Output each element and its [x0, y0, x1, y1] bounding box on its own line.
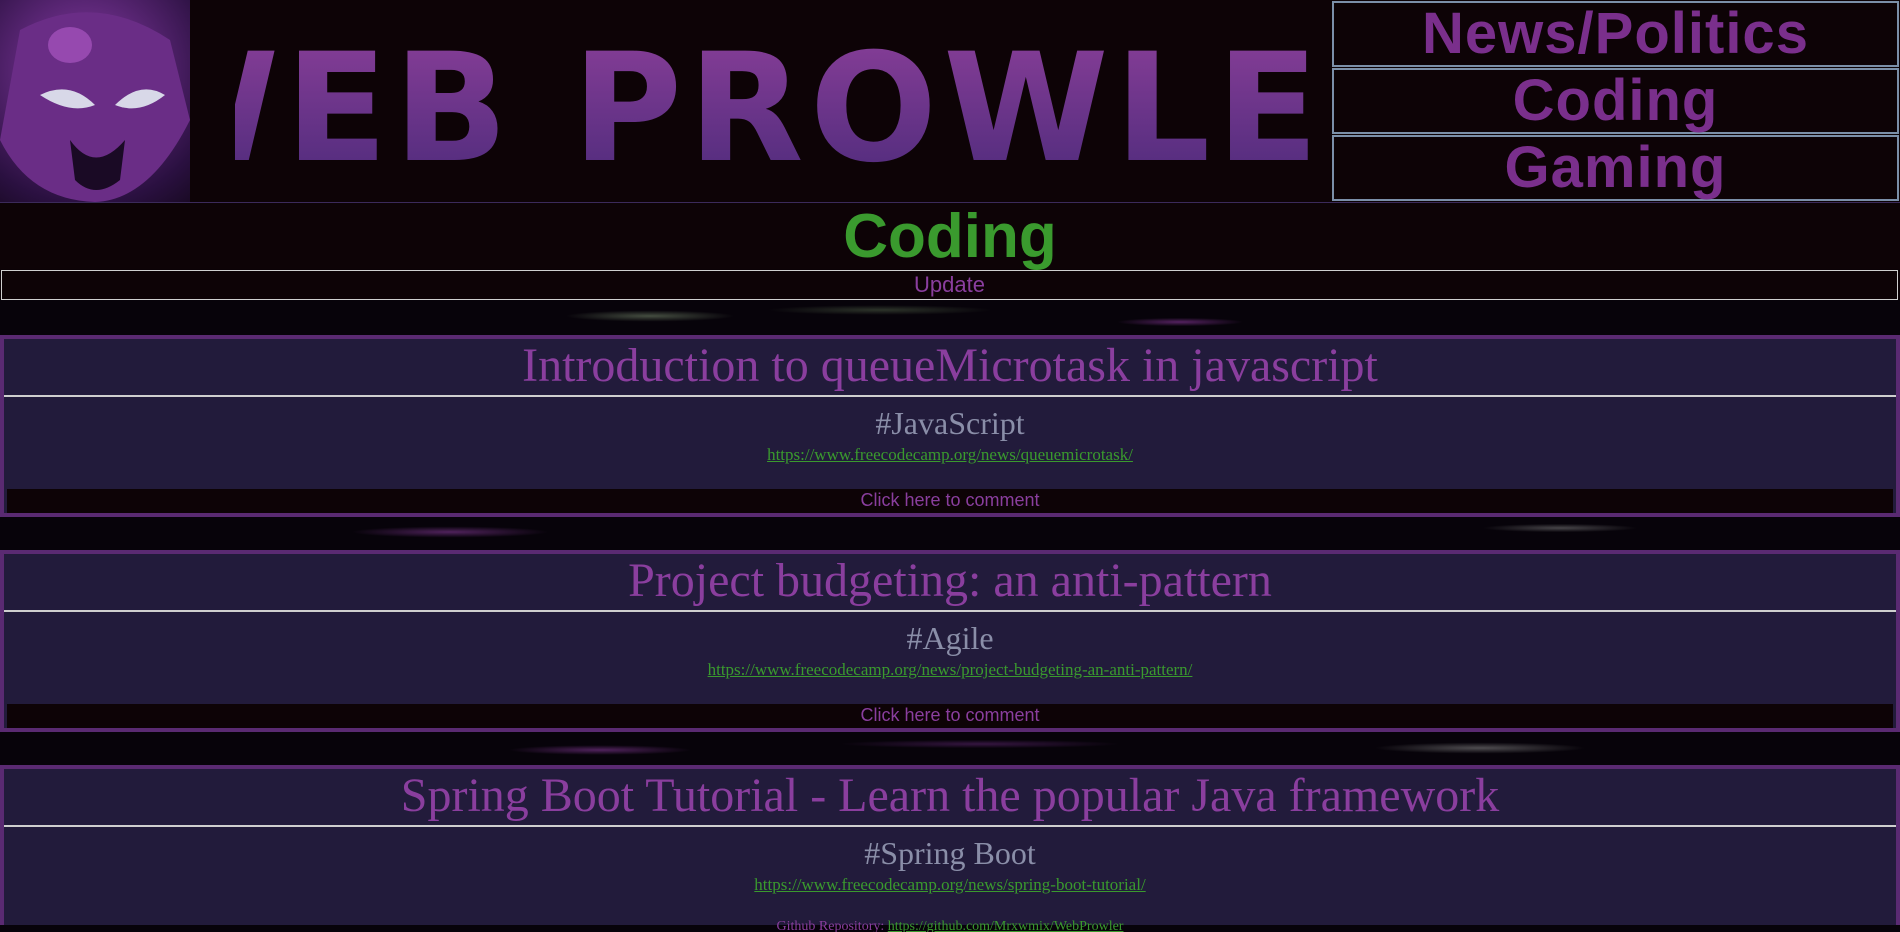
post-tag: #Agile [906, 620, 994, 656]
post-title: Spring Boot Tutorial - Learn the popular… [4, 769, 1896, 827]
page-title: Coding [843, 202, 1057, 271]
post-tag: #JavaScript [875, 405, 1025, 441]
site-footer: Github Repository: https://github.com/Mr… [0, 920, 1900, 932]
post-link[interactable]: https://www.freecodecamp.org/news/queuem… [4, 445, 1896, 465]
nav-item-gaming[interactable]: Gaming [1332, 135, 1899, 201]
web-prowler-logo: WEB PROWLER [114, 20, 1440, 196]
main-nav: News/Politics Coding Gaming [1332, 1, 1899, 202]
footer-label: Github Repository: [776, 920, 885, 932]
site-header: WEB PROWLER News/Politics Coding Gaming [0, 0, 1900, 203]
github-repository-link[interactable]: https://github.com/Mrxwmix/WebProwler [888, 920, 1124, 932]
comment-button[interactable]: Click here to comment [7, 704, 1893, 728]
post-card: Project budgeting: an anti-pattern #Agil… [0, 550, 1900, 732]
nav-item-coding[interactable]: Coding [1332, 68, 1899, 134]
post-card: Introduction to queueMicrotask in javasc… [0, 335, 1900, 517]
post-title: Project budgeting: an anti-pattern [4, 554, 1896, 612]
nav-item-news-politics[interactable]: News/Politics [1332, 1, 1899, 67]
page-title-bar: Coding [0, 202, 1900, 271]
prowler-mascot-image [0, 0, 190, 202]
post-link[interactable]: https://www.freecodecamp.org/news/projec… [4, 660, 1896, 680]
logo-text: WEB PROWLER [235, 22, 1325, 180]
post-card: Spring Boot Tutorial - Learn the popular… [0, 765, 1900, 925]
comment-button[interactable]: Click here to comment [7, 489, 1893, 513]
update-button[interactable]: Update [1, 270, 1898, 300]
post-tag: #Spring Boot [864, 835, 1036, 871]
post-title: Introduction to queueMicrotask in javasc… [4, 339, 1896, 397]
post-link[interactable]: https://www.freecodecamp.org/news/spring… [4, 875, 1896, 895]
